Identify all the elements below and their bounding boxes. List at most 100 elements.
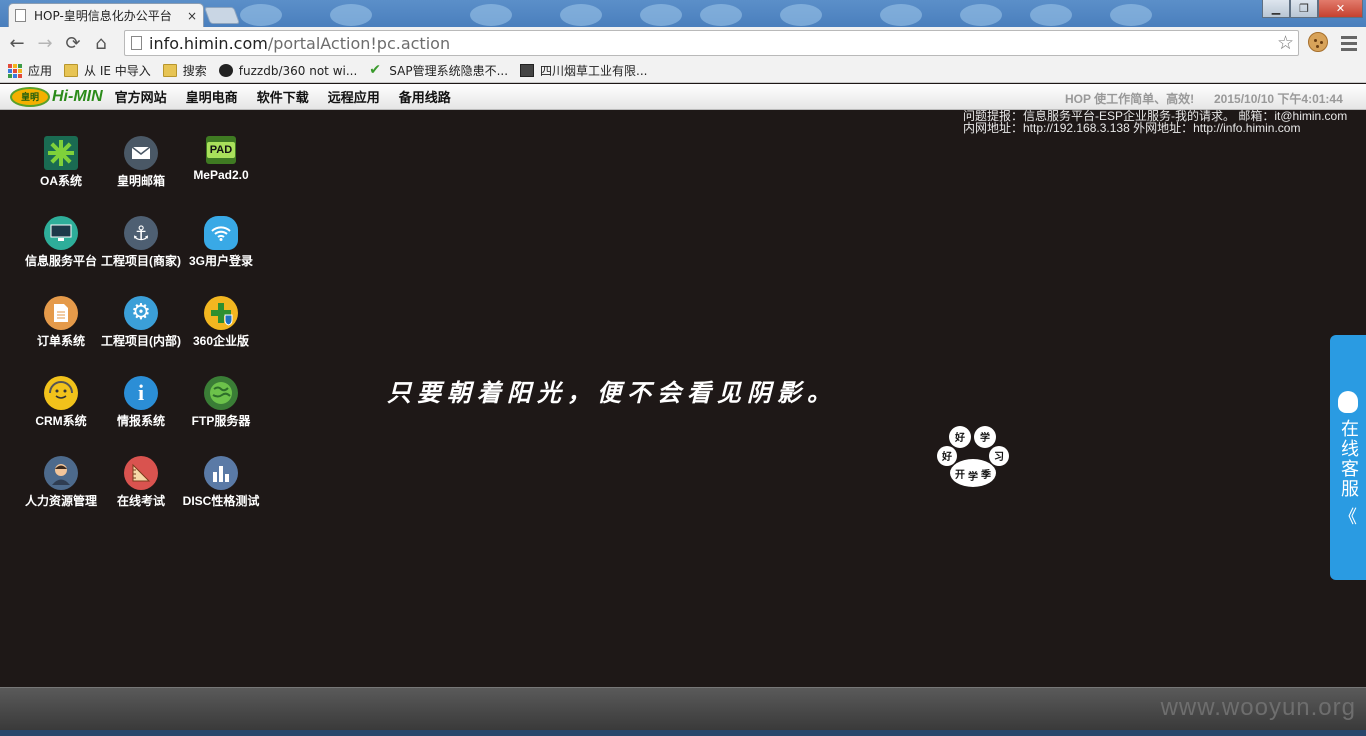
back-button[interactable]: ← (3, 29, 31, 57)
collapse-chevron-icon[interactable]: 《 (1339, 503, 1357, 529)
smiley-headset-icon (44, 376, 78, 410)
bookmarks-bar: 应用 从 IE 中导入 搜索 fuzzdb/360 not wi... ✔ SA… (0, 59, 1366, 83)
browser-titlebar: HOP-皇明信息化办公平台 × ▁ ❐ ✕ (0, 0, 1366, 27)
online-support-label: 在线客服 (1338, 419, 1359, 499)
globe-icon (204, 376, 238, 410)
app-label: 在线考试 (116, 494, 165, 508)
nav-remote-apps[interactable]: 远程应用 (328, 87, 380, 106)
app-label: OA系统 (39, 174, 82, 188)
browser-menu-icon[interactable] (1341, 36, 1357, 54)
bookmark-ie-import[interactable]: 从 IE 中导入 (64, 62, 151, 79)
app-info-service[interactable]: 信息服务平台 (21, 213, 101, 293)
bar-chart-icon (204, 456, 238, 490)
app-hr[interactable]: 人力资源管理 (21, 453, 101, 533)
app-order[interactable]: 订单系统 (21, 293, 101, 373)
page-footer: www.wooyun.org (0, 687, 1366, 730)
forward-button[interactable]: → (31, 29, 59, 57)
plus-shield-icon (204, 296, 238, 330)
info-icon: i (124, 376, 158, 410)
app-label: MePad2.0 (193, 168, 249, 182)
app-disc-test[interactable]: DISC性格测试 (181, 453, 261, 533)
bookmark-label: 从 IE 中导入 (84, 64, 151, 78)
paw-char: 好 (941, 450, 952, 463)
app-mepad[interactable]: PAD MePad2.0 (181, 133, 261, 213)
site-nav: 官方网站 皇明电商 软件下载 远程应用 备用线路 (115, 87, 470, 106)
tab-close-icon[interactable]: × (187, 9, 197, 23)
apps-icon (8, 64, 22, 78)
paw-print-icon: 好 学 习 好 开 学 季 (937, 426, 1009, 487)
nav-official-site[interactable]: 官方网站 (115, 87, 167, 106)
paw-char: 季 (980, 468, 992, 481)
bookmark-star-icon[interactable]: ☆ (1277, 32, 1294, 54)
new-tab-button[interactable] (203, 7, 241, 24)
paw-char: 开 (955, 469, 965, 481)
app-mail[interactable]: 皇明邮箱 (101, 133, 181, 213)
qq-penguin-icon (1338, 391, 1358, 413)
ruler-icon (124, 456, 158, 490)
slogan: HOP 使工作简单、高效! (1065, 92, 1195, 106)
site-header: 皇明 Hi-MIN 官方网站 皇明电商 软件下载 远程应用 备用线路 HOP 使… (0, 84, 1366, 110)
app-3g-login[interactable]: 3G用户登录 (181, 213, 261, 293)
nav-backup-line[interactable]: 备用线路 (399, 87, 451, 106)
app-label: 信息服务平台 (24, 254, 97, 268)
support-info: 问题提报：信息服务平台-ESP企业服务-我的请求。 邮箱：it@himin.co… (963, 110, 1347, 134)
browser-tab[interactable]: HOP-皇明信息化办公平台 × (8, 3, 204, 27)
close-window-button[interactable]: ✕ (1318, 0, 1363, 18)
home-button[interactable]: ⌂ (87, 29, 115, 57)
paw-char: 好 (954, 431, 965, 444)
app-label: 工程项目(商家) (101, 254, 181, 268)
app-label: 人力资源管理 (24, 494, 97, 508)
app-oa[interactable]: OA系统 (21, 133, 101, 213)
folder-icon (64, 64, 79, 77)
watermark: www.wooyun.org (1160, 694, 1356, 721)
online-support-button[interactable]: 在线客服 《 (1330, 335, 1366, 580)
bookmark-label: 搜索 (182, 64, 207, 78)
app-label: 3G用户登录 (188, 254, 253, 268)
minimize-button[interactable]: ▁ (1262, 0, 1290, 18)
app-label: 360企业版 (192, 334, 250, 348)
restore-button[interactable]: ❐ (1290, 0, 1318, 18)
tab-title: HOP-皇明信息化办公平台 (34, 9, 172, 23)
bookmark-label: 四川烟草工业有限... (540, 64, 648, 78)
bookmark-label: SAP管理系统隐患不... (389, 64, 509, 78)
reload-button[interactable]: ⟳ (59, 29, 87, 57)
app-label: 工程项目(内部) (101, 334, 181, 348)
paw-char: 学 (980, 431, 990, 444)
bookmark-sap[interactable]: ✔ SAP管理系统隐患不... (369, 62, 508, 79)
pad-icon: PAD (206, 136, 236, 164)
nav-software-download[interactable]: 软件下载 (257, 87, 309, 106)
app-online-exam[interactable]: 在线考试 (101, 453, 181, 533)
url-host: info.himin.com (149, 33, 268, 53)
app-intelligence[interactable]: i 情报系统 (101, 373, 181, 453)
cookie-extension-icon[interactable] (1308, 32, 1328, 52)
app-label: FTP服务器 (191, 414, 251, 428)
app-label: 皇明邮箱 (116, 174, 165, 188)
github-icon (218, 64, 233, 77)
window-controls: ▁ ❐ ✕ (1262, 0, 1363, 18)
anchor-icon: ⚓ (124, 216, 158, 250)
app-project-merchant[interactable]: ⚓ 工程项目(商家) (101, 213, 181, 293)
bookmark-sichuan[interactable]: 四川烟草工业有限... (520, 62, 647, 79)
bookmark-fuzzdb[interactable]: fuzzdb/360 not wi... (218, 63, 358, 78)
address-bar[interactable]: info.himin.com/portalAction!pc.action ☆ (124, 30, 1299, 56)
paw-char: 学 (968, 470, 978, 483)
app-360-enterprise[interactable]: 360企业版 (181, 293, 261, 373)
app-ftp[interactable]: FTP服务器 (181, 373, 261, 453)
check-icon: ✔ (369, 62, 382, 78)
nav-ecommerce[interactable]: 皇明电商 (186, 87, 238, 106)
gear-icon: ⚙ (124, 296, 158, 330)
datetime: 2015/10/10 下午4:01:44 (1214, 92, 1343, 106)
mail-icon (124, 136, 158, 170)
document-icon (44, 296, 78, 330)
app-crm[interactable]: CRM系统 (21, 373, 101, 453)
bookmark-search[interactable]: 搜索 (162, 62, 207, 79)
url-path: /portalAction!pc.action (267, 33, 451, 53)
himin-logo[interactable]: 皇明 Hi-MIN (10, 86, 103, 107)
wifi-icon (204, 216, 238, 250)
oa-icon (44, 136, 78, 170)
bookmark-apps[interactable]: 应用 (8, 62, 52, 79)
logo-text: Hi-MIN (52, 87, 103, 105)
bookmark-label: fuzzdb/360 not wi... (238, 63, 358, 78)
app-project-internal[interactable]: ⚙ 工程项目(内部) (101, 293, 181, 373)
bookmark-label: 应用 (28, 64, 53, 78)
